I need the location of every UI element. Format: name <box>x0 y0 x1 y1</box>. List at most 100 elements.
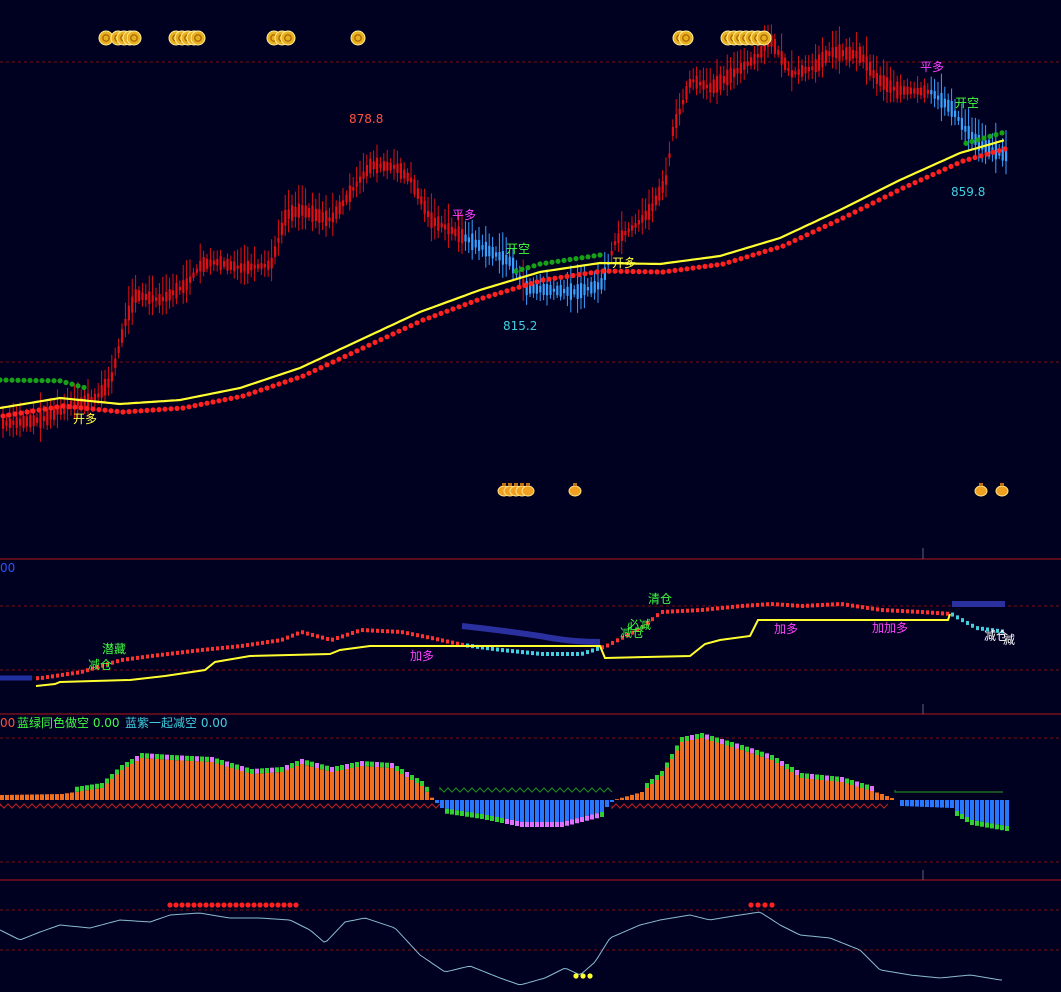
candle-body <box>403 169 406 179</box>
red-signal-dot <box>162 406 168 412</box>
sub1-signal-mark <box>736 604 739 609</box>
histogram-bar <box>325 770 329 800</box>
sub1-signal-mark <box>751 603 754 608</box>
red-signal-dot <box>714 262 720 268</box>
histogram-cap <box>370 761 374 767</box>
sub1-signal-mark <box>76 670 79 675</box>
histogram-cap <box>820 775 824 780</box>
red-signal-dot <box>558 274 564 280</box>
candle-body <box>117 346 120 353</box>
red-signal-dot <box>984 151 990 157</box>
red-signal-dot <box>54 404 60 410</box>
histogram-cap <box>265 768 269 773</box>
sub1-header-value: 00 <box>0 561 15 575</box>
histogram-cap <box>765 753 769 759</box>
green-signal-dot <box>555 258 561 264</box>
candle-body <box>688 79 691 88</box>
money-bag-knot-icon <box>1000 483 1004 486</box>
candle-body <box>226 258 229 271</box>
red-signal-dot <box>336 356 342 362</box>
histogram-bar <box>290 768 294 800</box>
histogram-cap <box>335 766 339 771</box>
red-signal-dot <box>282 379 288 385</box>
candle-body <box>675 114 678 129</box>
candle-body <box>794 71 797 75</box>
candle-body <box>263 263 266 268</box>
sub1-signal-mark <box>971 623 974 628</box>
candle-body <box>617 233 620 244</box>
histogram-bar <box>940 800 944 808</box>
candle-body <box>726 69 729 86</box>
histogram-bar <box>540 800 544 822</box>
sub1-signal-mark <box>891 608 894 613</box>
histogram-bar <box>265 773 269 800</box>
sub1-signal-mark <box>451 640 454 645</box>
candle-body <box>838 44 841 62</box>
histogram-bar <box>720 744 724 800</box>
candle-body <box>668 153 671 158</box>
sub1-signal-mark <box>296 631 299 636</box>
candle-body <box>733 68 736 78</box>
histogram-cap <box>825 775 829 781</box>
histogram-bar <box>595 800 599 814</box>
histogram-bar <box>805 778 809 800</box>
candle-body <box>631 225 634 231</box>
sub1-signal-mark <box>391 629 394 634</box>
histogram-bar <box>810 779 814 800</box>
candle-body <box>56 409 59 415</box>
candle-body <box>651 203 654 212</box>
histogram-bar <box>10 794 14 800</box>
histogram-bar <box>835 781 839 800</box>
histogram-bar <box>230 768 234 800</box>
candle-body <box>212 260 215 265</box>
histogram-bar <box>735 748 739 800</box>
money-bag-knot-icon <box>520 483 524 486</box>
red-signal-dot <box>258 387 264 393</box>
sub1-signal-mark <box>526 650 529 655</box>
candle-body <box>879 75 882 86</box>
red-signal-dot <box>570 272 576 279</box>
histogram-bar <box>950 800 954 808</box>
red-signal-dot <box>642 269 648 275</box>
candle-body <box>308 208 311 218</box>
histogram-cap <box>705 734 709 740</box>
sub1-label-reduce-d: 减 <box>1003 633 1015 647</box>
histogram-cap <box>145 753 149 759</box>
histogram-bar <box>765 758 769 800</box>
sub1-signal-mark <box>46 675 49 680</box>
red-signal-dot <box>36 407 42 413</box>
sub1-signal-mark <box>321 635 324 640</box>
candle-body <box>535 283 538 294</box>
sub1-signal-mark <box>521 650 524 655</box>
histogram-cap <box>840 777 844 782</box>
sub1-signal-mark <box>651 617 654 622</box>
red-signal-dot <box>648 269 654 275</box>
red-signal-dot <box>672 267 678 273</box>
histogram-bar <box>460 800 464 811</box>
histogram-cap <box>1005 826 1009 831</box>
candle-body <box>372 161 375 170</box>
candle-body <box>444 224 447 230</box>
histogram-bar <box>245 772 249 800</box>
sub1-signal-mark <box>116 659 119 664</box>
candle-body <box>257 264 260 269</box>
red-signal-dot <box>144 407 150 413</box>
signal-open-long-2: 开多 <box>612 256 636 270</box>
histogram-bar <box>455 800 459 811</box>
histogram-bar <box>620 797 624 800</box>
candle-body <box>382 161 385 171</box>
candle-body <box>583 284 586 296</box>
candle-body <box>665 175 668 185</box>
candle-body <box>359 176 362 183</box>
red-signal-dot <box>78 405 84 411</box>
sub1-signal-mark <box>36 676 39 681</box>
histogram-cap <box>480 814 484 819</box>
histogram-bar <box>465 800 469 812</box>
red-signal-dot <box>870 200 876 206</box>
histogram-cap <box>540 822 544 827</box>
candle-body <box>699 81 702 86</box>
sub1-label-add-long-a: 加多 <box>410 649 434 663</box>
histogram-bar <box>545 800 549 822</box>
sub1-signal-mark <box>381 629 384 634</box>
red-signal-dot <box>780 243 786 249</box>
